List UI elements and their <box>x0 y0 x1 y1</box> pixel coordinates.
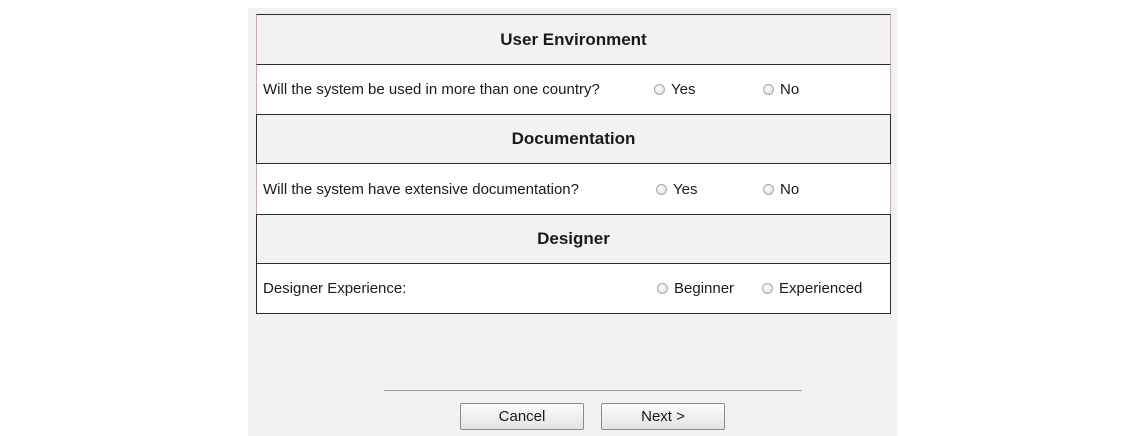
radio-button[interactable] <box>763 183 774 195</box>
question-label: Designer Experience: <box>263 280 407 297</box>
radio-option-yes[interactable]: Yes <box>656 181 697 198</box>
radio-option-yes[interactable]: Yes <box>654 81 695 98</box>
section-title: Designer <box>537 229 610 248</box>
radio-button[interactable] <box>657 283 668 294</box>
radio-label: No <box>780 180 800 198</box>
radio-option-no[interactable]: No <box>763 181 799 198</box>
next-button[interactable]: Next > <box>601 403 725 430</box>
radio-label: Yes <box>671 81 696 98</box>
wizard-panel: User Environment Will the system be used… <box>248 8 897 436</box>
radio-button[interactable] <box>762 283 773 294</box>
radio-option-beginner[interactable]: Beginner <box>657 280 734 297</box>
footer-divider <box>384 390 802 391</box>
radio-option-no[interactable]: No <box>763 81 799 98</box>
radio-label: Yes <box>673 180 698 198</box>
radio-label: No <box>780 81 800 98</box>
question-label: Will the system have extensive documenta… <box>263 180 579 198</box>
section-header-user-environment: User Environment <box>256 14 891 64</box>
radio-button[interactable] <box>654 84 665 95</box>
section-title: Documentation <box>511 129 636 148</box>
radio-label: Beginner <box>674 280 735 297</box>
radio-label: Experienced <box>779 280 863 297</box>
cancel-button[interactable]: Cancel <box>460 403 584 430</box>
radio-option-experienced[interactable]: Experienced <box>762 280 862 297</box>
questionnaire-table: User Environment Will the system be used… <box>256 14 891 314</box>
radio-button[interactable] <box>656 183 667 195</box>
question-row-documentation: Will the system have extensive documenta… <box>256 164 891 214</box>
question-row-multi-country: Will the system be used in more than one… <box>256 64 891 114</box>
question-row-designer-experience: Designer Experience: Beginner Experience… <box>256 264 891 314</box>
radio-button[interactable] <box>763 84 774 95</box>
section-title: User Environment <box>500 29 647 49</box>
question-label: Will the system be used in more than one… <box>263 81 600 98</box>
section-header-documentation: Documentation <box>256 114 891 164</box>
section-header-designer: Designer <box>256 214 891 264</box>
